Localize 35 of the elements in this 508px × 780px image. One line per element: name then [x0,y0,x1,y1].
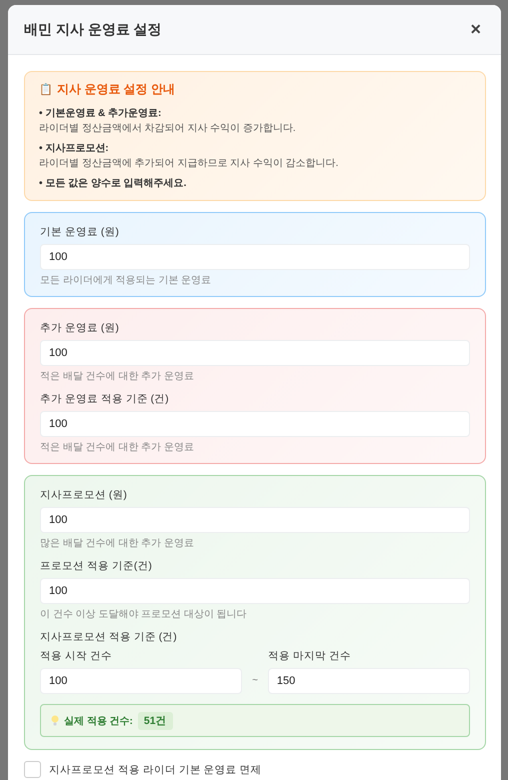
input-field[interactable]: 100 [40,668,242,694]
checkbox-label: 지사프로모션 적용 라이더 기본 운영료 면제 [49,762,262,776]
result-label: 실제 적용 건수: [64,714,133,728]
input-field[interactable]: 100 [40,411,470,437]
help-text: 적은 배달 건수에 대한 추가 운영료 [40,370,195,383]
clipboard-icon: 📋 [39,83,53,96]
input-field[interactable]: 100 [40,340,470,366]
range-separator: ~ [252,674,258,688]
help-text: 이 건수 이상 도달해야 프로모션 대상이 됩니다 [40,608,248,621]
field-label: 지사프로모션 적용 기준 (건) [40,630,178,644]
input-field[interactable]: 100 [40,507,470,533]
notice-note: • 모든 값은 양수로 입력해주세요. [39,177,188,190]
field-label: 적용 시작 건수 [40,649,113,663]
notice-text: 라이더별 정산금액에서 차감되어 지사 수익이 증가합니다. [39,122,297,135]
notice-heading: • 기본운영료 & 추가운영료: [39,107,162,120]
input-field[interactable]: 150 [268,668,470,694]
checkbox[interactable] [24,761,41,778]
field-label: 프로모션 적용 기준(건) [40,559,153,573]
dialog-title: 배민 지사 운영료 설정 [24,20,162,38]
field-label: 적용 마지막 건수 [268,649,352,663]
input-field[interactable]: 100 [40,244,470,270]
help-text: 모든 라이더에게 적용되는 기본 운영료 [40,274,212,287]
help-text: 적은 배달 건수에 대한 추가 운영료 [40,441,195,454]
field-label: 추가 운영료 (원) [40,321,120,335]
help-text: 많은 배달 건수에 대한 추가 운영료 [40,537,195,550]
notice-title: 지사 운영료 설정 안내 [57,81,176,98]
close-button[interactable]: × [466,19,485,40]
field-label: 추가 운영료 적용 기준 (건) [40,392,170,406]
field-label: 지사프로모션 (원) [40,488,128,502]
result-value: 51건 [138,712,173,730]
field-label: 기본 운영료 (원) [40,225,120,239]
lightbulb-icon [51,714,59,726]
notice-heading: • 지사프로모션: [39,142,110,155]
notice-text: 라이더별 정산금액에 추가되어 지급하므로 지사 수익이 감소합니다. [39,157,340,170]
input-field[interactable]: 100 [40,578,470,604]
